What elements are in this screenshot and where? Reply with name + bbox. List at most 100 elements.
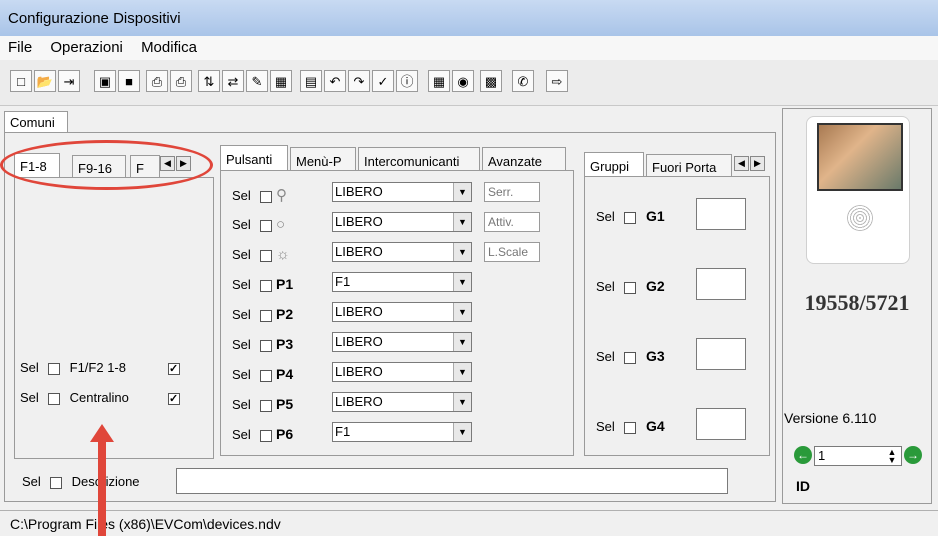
pulsante-row: Sel P2 [232,306,310,328]
calendar-icon[interactable]: ▦ [428,70,450,92]
tab-comuni[interactable]: Comuni [4,111,68,133]
annotation-arrow [90,424,114,536]
import-icon[interactable]: ⇄ [222,70,244,92]
pulsante-row: Sel ○ [232,216,310,238]
gruppo-input[interactable] [696,268,746,300]
chevron-down-icon[interactable]: ▼ [453,213,471,231]
tab-pulsanti[interactable]: Pulsanti [220,145,288,171]
sel-checkbox[interactable] [260,399,272,412]
pulsante-select[interactable]: LIBERO ▼ [332,242,472,262]
chevron-down-icon[interactable]: ▼ [453,273,471,291]
highlight-ellipse [0,140,213,190]
sel-checkbox[interactable] [260,279,272,292]
sel-label: Sel [232,337,251,352]
redo-icon[interactable]: ↷ [348,70,370,92]
sel-checkbox[interactable] [260,369,272,382]
pulsante-key-label: P6 [276,426,294,442]
sel-checkbox[interactable] [48,362,60,375]
f1f2-label: F1/F2 1-8 [69,360,126,375]
chevron-down-icon[interactable]: ▼ [453,243,471,261]
info-icon[interactable]: ⓘ [396,70,418,92]
sel-checkbox[interactable] [624,211,636,224]
sel-checkbox[interactable] [260,249,272,262]
chevron-down-icon[interactable]: ▼ [453,363,471,381]
pulsante-key-label: P5 [276,396,294,412]
pulsante-row: Sel ⚲ [232,186,310,208]
compare-icon[interactable]: ▦ [270,70,292,92]
pulsante-row: Sel P3 [232,336,310,358]
edit-icon[interactable]: ✎ [246,70,268,92]
chevron-down-icon[interactable]: ▼ [453,393,471,411]
sel-checkbox[interactable] [624,281,636,294]
chevron-down-icon[interactable]: ▼ [453,183,471,201]
pulsante-select-value: LIBERO [335,304,383,319]
previous-icon[interactable]: ← [794,446,812,464]
sel-checkbox[interactable] [260,339,272,352]
menu-modifica[interactable]: Modifica [133,36,203,56]
pulsante-select[interactable]: LIBERO ▼ [332,302,472,322]
tab-fuori-porta[interactable]: Fuori Porta [646,154,732,176]
sel-label: Sel [596,279,615,294]
sel-checkbox[interactable] [260,429,272,442]
gruppo-input[interactable] [696,408,746,440]
descrizione-input[interactable] [176,468,728,494]
id-spinner[interactable]: ▲ ▼ [884,448,900,465]
f1f2-checkbox[interactable] [167,362,180,375]
check-icon[interactable]: ✓ [372,70,394,92]
gruppo-input[interactable] [696,198,746,230]
copy-icon[interactable]: ■ [118,70,140,92]
new-icon[interactable]: □ [10,70,32,92]
sel-label: Sel [232,427,251,442]
tab-intercomunicanti[interactable]: Intercomunicanti [358,147,480,171]
tab-gruppi[interactable]: Gruppi [584,152,644,176]
tab-scroll-left-button[interactable]: ◀ [734,156,749,171]
exit-icon[interactable]: ⇨ [546,70,568,92]
sort-icon[interactable]: ⇅ [198,70,220,92]
print-preview-icon[interactable]: ⎙ [170,70,192,92]
pulsante-select[interactable]: LIBERO ▼ [332,182,472,202]
sel-checkbox[interactable] [624,421,636,434]
print-icon[interactable]: ⎙ [146,70,168,92]
centralino-checkbox[interactable] [167,392,180,405]
pulsante-select-value: F1 [335,424,351,439]
gruppo-row: Sel G1 [596,208,665,230]
sel-checkbox[interactable] [260,190,272,203]
pulsante-select[interactable]: LIBERO ▼ [332,332,472,352]
tab-avanzate[interactable]: Avanzate [482,147,566,171]
sel-label: Sel [232,217,251,232]
tab-menu-p[interactable]: Menù-P [290,147,356,171]
open-icon[interactable]: 📂 [34,70,56,92]
save-icon[interactable]: ▣ [94,70,116,92]
tool-icon[interactable]: ✆ [512,70,534,92]
chevron-down-icon[interactable]: ▼ [453,303,471,321]
id-label: ID [796,478,810,494]
archive-icon[interactable]: ▩ [480,70,502,92]
pulsante-select[interactable]: LIBERO ▼ [332,212,472,232]
pulsante-select[interactable]: LIBERO ▼ [332,392,472,412]
pulsante-row: Sel P6 [232,426,310,448]
sel-checkbox[interactable] [624,351,636,364]
gruppo-row: Sel G3 [596,348,665,370]
tab-scroll-right-button[interactable]: ▶ [750,156,765,171]
pulsante-select[interactable]: F1 ▼ [332,422,472,442]
chevron-down-icon[interactable]: ▼ [453,423,471,441]
pulsante-extra-field: Serr. [484,182,540,202]
sel-checkbox[interactable] [260,309,272,322]
paste-icon[interactable]: ▤ [300,70,322,92]
sel-checkbox[interactable] [260,219,272,232]
gruppo-input[interactable] [696,338,746,370]
pulsante-select[interactable]: F1 ▼ [332,272,472,292]
pulsante-row: Sel ☼ [232,246,310,268]
pulsante-select[interactable]: LIBERO ▼ [332,362,472,382]
next-icon[interactable]: → [904,446,922,464]
menu-operazioni[interactable]: Operazioni [42,36,129,56]
pulsante-key-label: P3 [276,336,294,352]
undo-icon[interactable]: ↶ [324,70,346,92]
chevron-down-icon[interactable]: ▼ [453,333,471,351]
sel-checkbox[interactable] [48,392,60,405]
menu-file[interactable]: File [0,36,38,56]
sel-label: Sel [232,307,251,322]
pulsante-select-value: LIBERO [335,244,383,259]
network-icon[interactable]: ◉ [452,70,474,92]
export-icon[interactable]: ⇥ [58,70,80,92]
